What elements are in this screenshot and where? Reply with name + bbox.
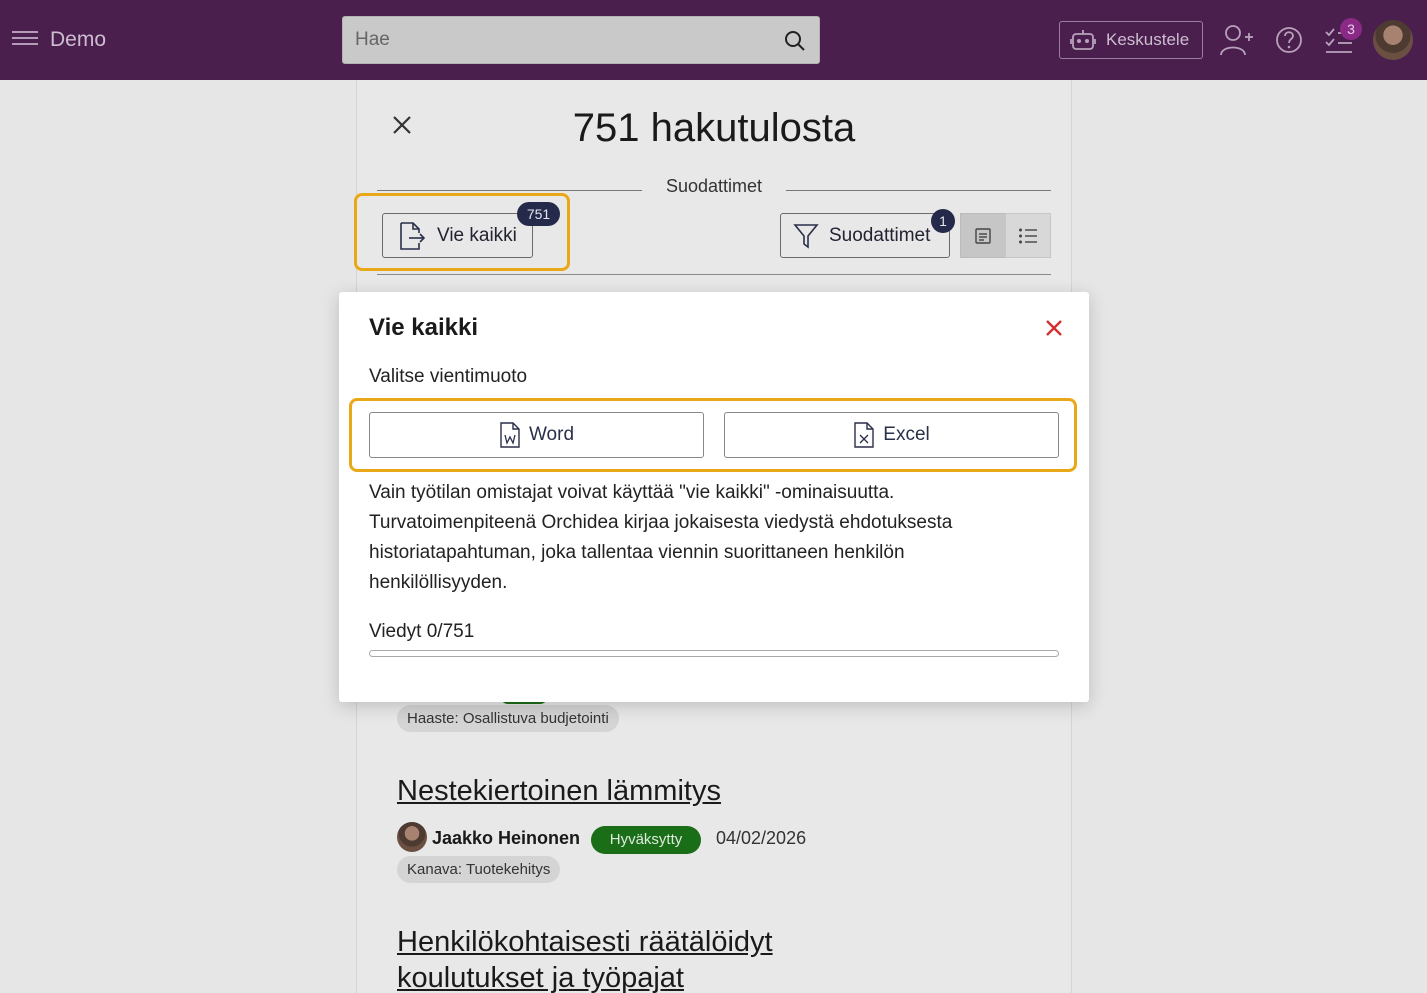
dialog-title: Vie kaikki bbox=[369, 314, 478, 341]
export-dialog: Vie kaikki Valitse vientimuoto Word Exce… bbox=[339, 292, 1089, 702]
idea-title-link[interactable]: Henkilökohtaisesti räätälöidyt koulutuks… bbox=[397, 924, 817, 993]
close-icon[interactable] bbox=[1043, 317, 1065, 339]
divider bbox=[786, 190, 1051, 191]
status-badge: Hyväksytty bbox=[591, 826, 701, 854]
word-label: Word bbox=[528, 424, 575, 445]
idea-date: 04/02/2026 bbox=[716, 828, 807, 848]
excel-label: Excel bbox=[883, 424, 930, 445]
top-bar: Demo Keskustele 3 bbox=[0, 0, 1427, 80]
filters-count-badge: 1 bbox=[931, 209, 955, 233]
export-progress-bar bbox=[369, 650, 1059, 657]
card-view-toggle[interactable] bbox=[960, 213, 1006, 258]
author-avatar bbox=[397, 822, 427, 852]
search-box bbox=[342, 16, 820, 64]
word-file-icon bbox=[500, 422, 520, 448]
export-word-button[interactable]: Word bbox=[369, 412, 704, 458]
export-info-text: Vain työtilan omistajat voivat käyttää "… bbox=[369, 482, 953, 593]
search-input[interactable] bbox=[343, 17, 773, 63]
excel-file-icon bbox=[854, 422, 874, 448]
card-view-icon bbox=[975, 227, 991, 244]
progress-label: Viedyt 0/751 bbox=[369, 621, 475, 642]
add-user-icon[interactable] bbox=[1220, 24, 1254, 56]
robot-icon bbox=[1070, 30, 1096, 50]
user-avatar[interactable] bbox=[1373, 20, 1413, 60]
search-icon[interactable] bbox=[783, 29, 807, 53]
divider bbox=[377, 190, 642, 191]
list-view-toggle[interactable] bbox=[1005, 213, 1051, 258]
chat-button[interactable]: Keskustele bbox=[1059, 21, 1203, 59]
filters-button[interactable]: Suodattimet bbox=[780, 213, 950, 258]
author-name[interactable]: Jaakko Heinonen bbox=[432, 828, 580, 849]
results-title: 751 hakutulosta bbox=[572, 106, 856, 150]
format-prompt: Valitse vientimuoto bbox=[369, 366, 528, 387]
list-view-icon bbox=[1019, 228, 1037, 243]
filter-icon bbox=[793, 223, 819, 249]
channel-chip[interactable]: Kanava: Tuotekehitys bbox=[397, 856, 561, 883]
idea-title-link[interactable]: Nestekiertoinen lämmitys bbox=[397, 773, 721, 809]
export-excel-button[interactable]: Excel bbox=[724, 412, 1059, 458]
highlight-outline bbox=[354, 193, 570, 271]
filters-button-label: Suodattimet bbox=[829, 224, 931, 246]
tasks-count-badge: 3 bbox=[1340, 18, 1362, 40]
help-icon[interactable] bbox=[1275, 24, 1303, 56]
filters-heading: Suodattimet bbox=[665, 176, 763, 196]
menu-icon[interactable] bbox=[12, 27, 38, 53]
chat-button-label: Keskustele bbox=[1106, 30, 1190, 49]
app-title: Demo bbox=[50, 28, 107, 51]
divider bbox=[377, 274, 1051, 275]
challenge-chip[interactable]: Haaste: Osallistuva budjetointi bbox=[397, 705, 619, 732]
